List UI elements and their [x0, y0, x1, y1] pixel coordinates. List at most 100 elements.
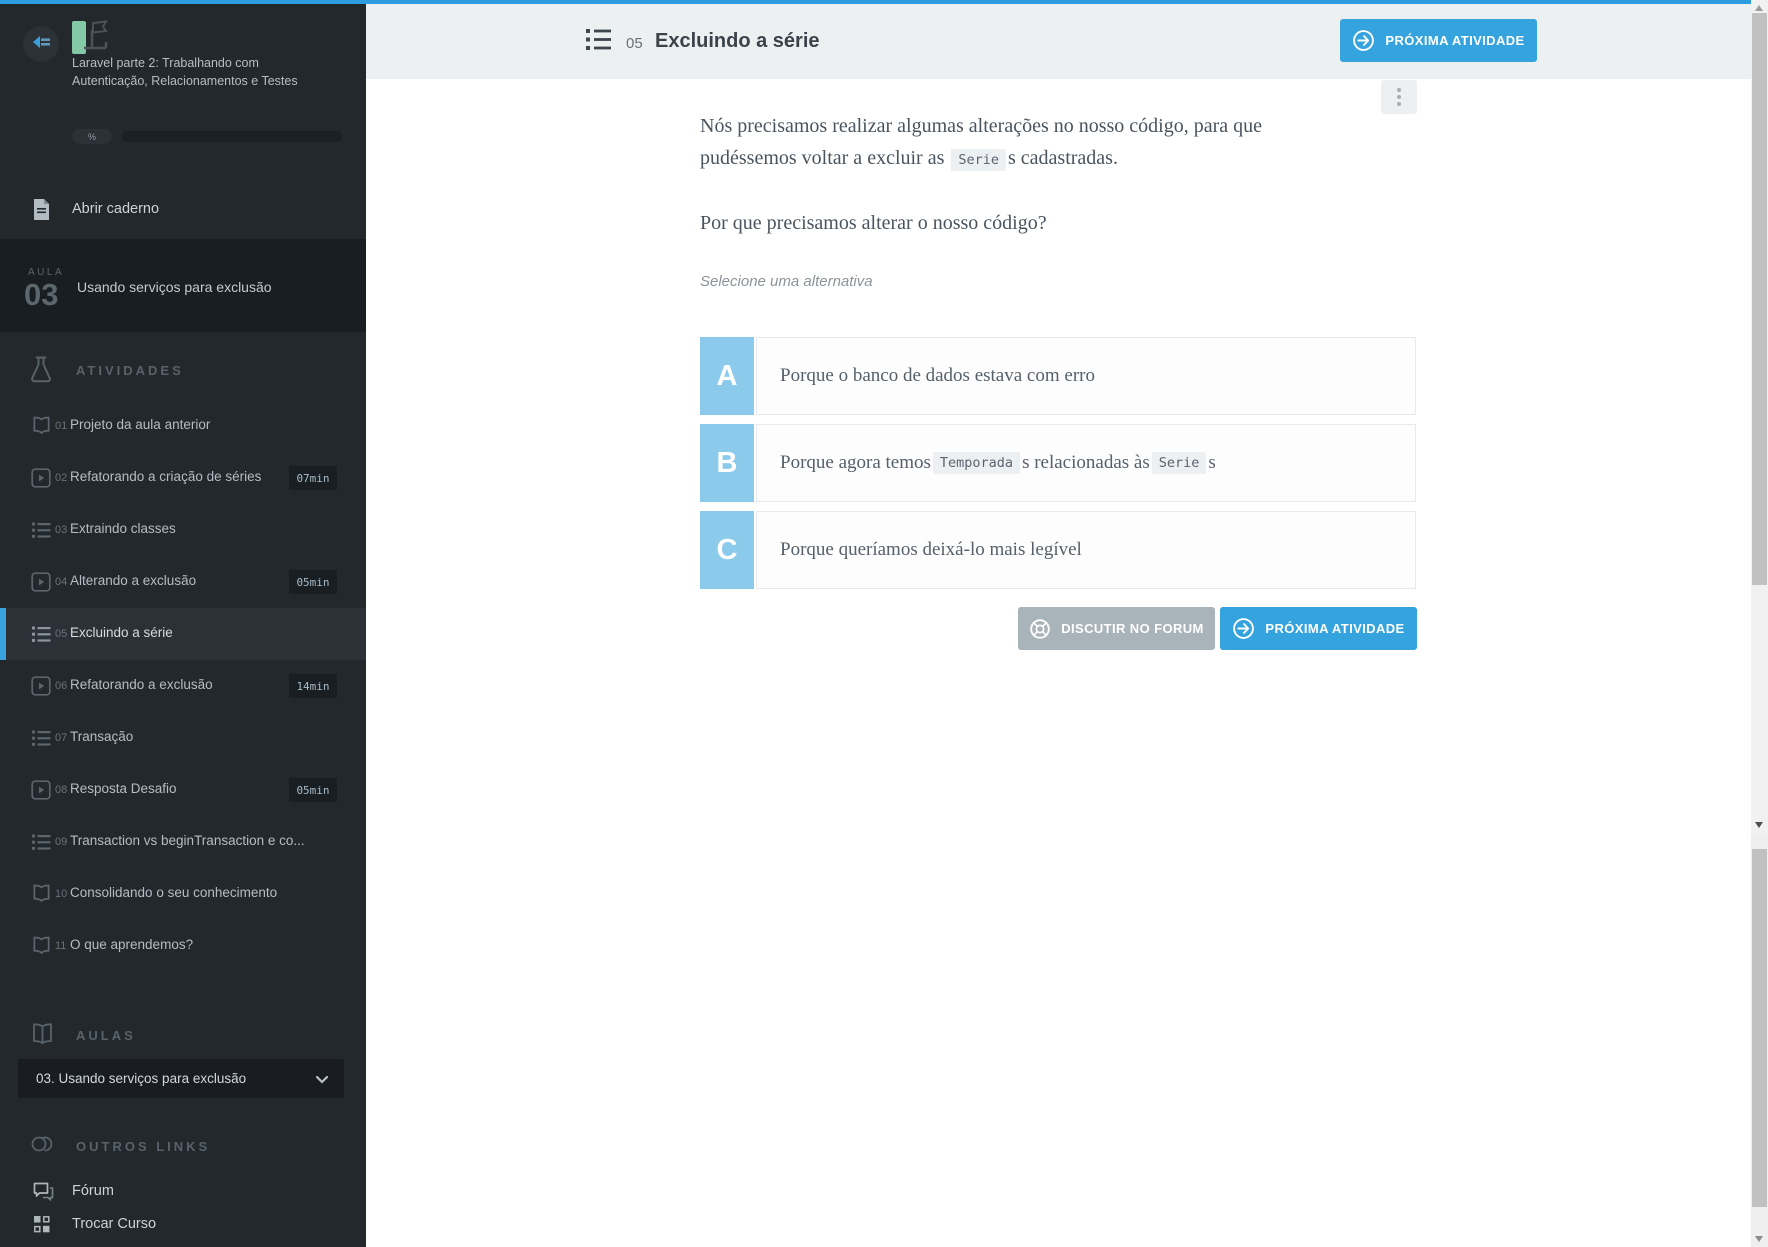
progress-percent-pill: %	[72, 129, 112, 144]
alternative-a[interactable]: A Porque o banco de dados estava com err…	[700, 337, 1416, 415]
activity-item-06[interactable]: 06 Refatorando a exclusão 14min	[0, 660, 366, 712]
other-links-section-header: OUTROS LINKS	[76, 1139, 211, 1154]
lifebuoy-icon	[1030, 618, 1050, 639]
activity-number: 09	[55, 836, 68, 848]
book-icon	[33, 936, 50, 955]
alternative-b-label: Porque agora temos	[780, 452, 931, 473]
alternative-c-letter: C	[700, 511, 754, 589]
book-icon	[33, 1023, 52, 1045]
lesson-select-value: 03. Usando serviços para exclusão	[36, 1071, 247, 1086]
alternative-b-text: Porque agora temos Temporada s relacionad…	[756, 424, 1416, 502]
list-icon	[32, 834, 51, 850]
forum-link[interactable]: Fórum	[0, 1181, 366, 1211]
activity-number: 03	[55, 524, 68, 536]
duration-badge: 14min	[289, 674, 337, 698]
discuss-forum-label: DISCUTIR NO FORUM	[1061, 621, 1204, 636]
activity-number: 07	[55, 732, 68, 744]
next-activity-button-bottom[interactable]: PRÓXIMA ATIVIDADE	[1220, 607, 1417, 650]
activity-item-09[interactable]: 09 Transaction vs beginTransaction e co.…	[0, 816, 366, 868]
list-icon	[32, 730, 51, 746]
inline-code-temporada: Temporada	[932, 452, 1021, 474]
document-icon	[34, 199, 49, 220]
lessons-section-header: AULAS	[76, 1028, 136, 1043]
inner-scrollbar-thumb[interactable]	[1752, 13, 1767, 585]
list-icon	[32, 626, 51, 642]
activity-number: 10	[55, 888, 68, 900]
next-activity-label: PRÓXIMA ATIVIDADE	[1265, 621, 1405, 636]
activity-number: 05	[626, 35, 643, 52]
grid-icon	[34, 1216, 50, 1233]
activity-item-03[interactable]: 03 Extraindo classes	[0, 504, 366, 556]
activity-label: O que aprendemos?	[70, 937, 194, 952]
alternative-a-text: Porque o banco de dados estava com erro	[756, 337, 1416, 415]
alternative-a-letter: A	[700, 337, 754, 415]
app-root: Laravel parte 2: Trabalhando com Autenti…	[0, 0, 1768, 1247]
list-icon	[32, 522, 51, 538]
alternative-b-label-mid: s relacionadas às	[1022, 452, 1150, 473]
inline-code-serie: Serie	[951, 148, 1007, 171]
activities-list: 01 Projeto da aula anterior 02 Refatoran…	[0, 400, 366, 972]
sidebar: Laravel parte 2: Trabalhando com Autenti…	[0, 0, 366, 1247]
course-progress-bar	[122, 131, 342, 142]
video-icon	[31, 676, 51, 696]
alternative-b-letter: B	[700, 424, 754, 502]
page-scrollbar-thumb[interactable]	[1752, 849, 1767, 1207]
activity-label: Extraindo classes	[70, 521, 176, 536]
page-scroll-down-arrow[interactable]	[1755, 1236, 1763, 1242]
back-arrow-icon	[32, 35, 51, 54]
main-content: 05 Excluindo a série PRÓXIMA ATIVIDADE N…	[366, 0, 1768, 1247]
question-text-line1: Nós precisamos realizar algumas alteraçõ…	[700, 115, 1263, 137]
activity-label: Consolidando o seu conhecimento	[70, 885, 278, 900]
alternative-a-label: Porque o banco de dados estava com erro	[780, 365, 1095, 386]
activity-number: 05	[55, 628, 68, 640]
question-text-line2: pudéssemos voltar a excluir as	[700, 146, 950, 169]
video-icon	[31, 572, 51, 592]
book-icon	[33, 416, 50, 435]
activity-item-01[interactable]: 01 Projeto da aula anterior	[0, 400, 366, 452]
scroll-down-arrow[interactable]	[1755, 822, 1763, 828]
open-notebook-label: Abrir caderno	[72, 201, 160, 217]
lesson-number: 03	[24, 277, 59, 312]
link-icon	[31, 1136, 53, 1152]
question-area: Nós precisamos realizar algumas alteraçõ…	[700, 0, 1417, 1168]
discuss-forum-button[interactable]: DISCUTIR NO FORUM	[1018, 607, 1215, 650]
activity-label: Resposta Desafio	[70, 781, 177, 796]
scroll-up-arrow[interactable]	[1755, 5, 1763, 11]
activities-section-header: ATIVIDADES	[76, 363, 184, 378]
activity-label: Excluindo a série	[70, 625, 173, 640]
activity-number: 06	[55, 680, 68, 692]
open-notebook-button[interactable]: Abrir caderno	[0, 188, 366, 232]
activity-item-07[interactable]: 07 Transação	[0, 712, 366, 764]
video-icon	[31, 468, 51, 488]
activity-item-08[interactable]: 08 Resposta Desafio 05min	[0, 764, 366, 816]
flask-icon	[31, 356, 51, 383]
lesson-select-dropdown[interactable]: 03. Usando serviços para exclusão	[18, 1059, 344, 1098]
select-alternative-hint: Selecione uma alternativa	[700, 273, 873, 290]
activity-item-10[interactable]: 10 Consolidando o seu conhecimento	[0, 868, 366, 920]
course-title: Laravel parte 2: Trabalhando com Autenti…	[72, 56, 298, 88]
progress-percent-label: %	[87, 131, 96, 142]
top-accent-bar	[0, 0, 1751, 4]
switch-course-link[interactable]: Trocar Curso	[0, 1214, 366, 1244]
activity-label: Transação	[70, 729, 134, 744]
activity-label: Alterando a exclusão	[70, 573, 197, 588]
duration-badge: 07min	[289, 466, 337, 490]
alternative-c[interactable]: C Porque queríamos deixá-lo mais legível	[700, 511, 1416, 589]
activity-number: 04	[55, 576, 68, 588]
collapse-sidebar-button[interactable]	[23, 26, 59, 62]
duration-badge: 05min	[289, 570, 337, 594]
activity-label: Refatorando a exclusão	[70, 677, 213, 692]
alternative-b[interactable]: B Porque agora temos Temporada s relacion…	[700, 424, 1416, 502]
chat-icon	[33, 1182, 54, 1201]
activity-item-04[interactable]: 04 Alterando a exclusão 05min	[0, 556, 366, 608]
alternative-b-label-end: s	[1208, 452, 1216, 473]
arrow-circle-icon	[1233, 618, 1255, 639]
activity-item-02[interactable]: 02 Refatorando a criação de séries 07min	[0, 452, 366, 504]
question-text-line2-end: s cadastradas.	[1008, 146, 1118, 169]
activity-item-05-active[interactable]: 05 Excluindo a série	[0, 608, 366, 660]
question-prompt: Por que precisamos alterar o nosso códig…	[700, 212, 1047, 234]
book-icon	[33, 884, 50, 903]
video-icon	[31, 780, 51, 800]
activity-item-11[interactable]: 11 O que aprendemos?	[0, 920, 366, 972]
lesson-title: Usando serviços para exclusão	[77, 279, 272, 295]
